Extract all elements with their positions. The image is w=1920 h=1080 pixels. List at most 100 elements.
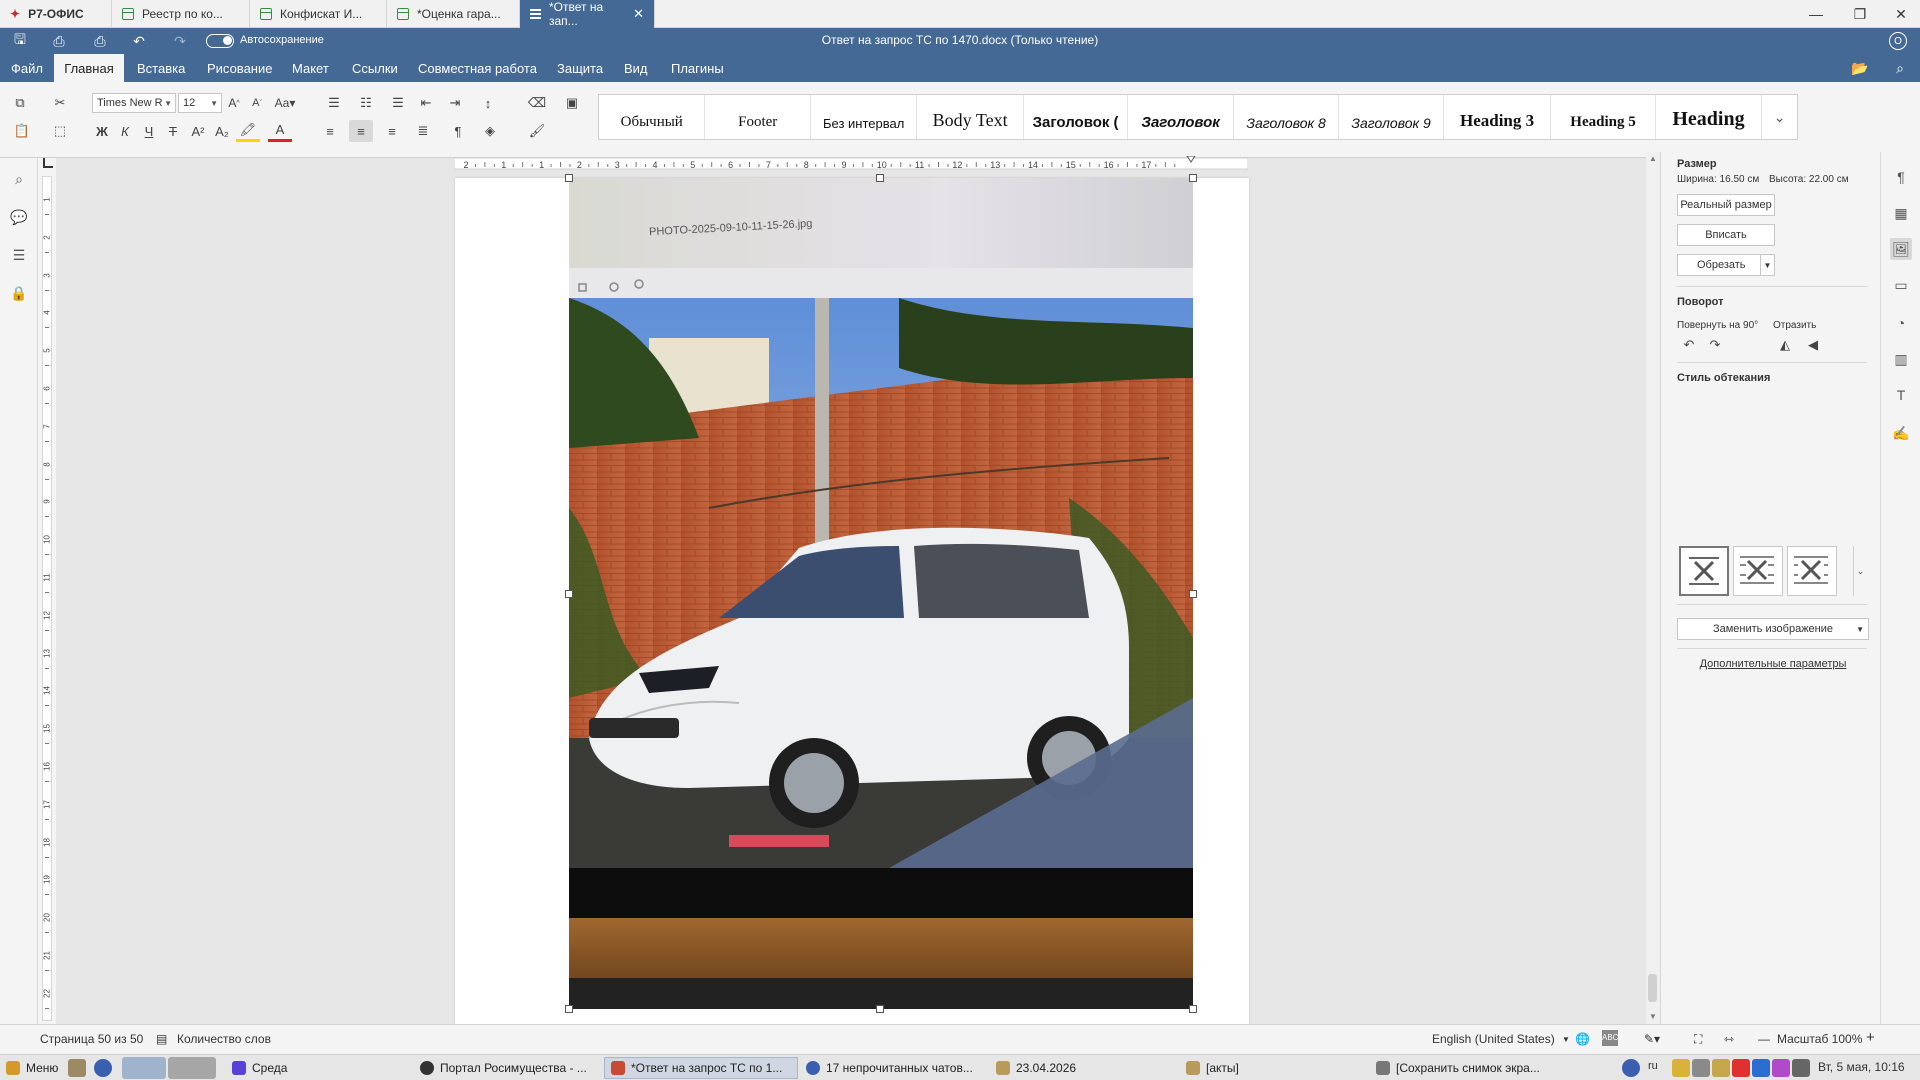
chart-settings-icon[interactable]: ▥: [1890, 348, 1912, 370]
bullet-list-icon[interactable]: ☰: [322, 92, 346, 114]
resize-handle[interactable]: [876, 1005, 884, 1013]
minimize-icon[interactable]: —: [1794, 0, 1838, 28]
spellcheck-icon[interactable]: ABC: [1602, 1030, 1618, 1046]
word-count-button[interactable]: Количество слов: [177, 1032, 271, 1046]
style-footer[interactable]: Footer: [705, 95, 811, 139]
crop-button[interactable]: Обрезать ▼: [1677, 254, 1775, 276]
workspace-1[interactable]: [122, 1057, 166, 1079]
decrease-font-icon[interactable]: Aˇ: [245, 92, 269, 114]
cut-icon[interactable]: ✂: [48, 92, 72, 114]
color-scheme-icon[interactable]: ▣: [560, 92, 584, 114]
comments-icon[interactable]: 💬: [8, 206, 30, 228]
zoom-out-icon[interactable]: —: [1758, 1032, 1770, 1046]
tab-response-doc[interactable]: *Ответ на зап... ✕: [520, 0, 655, 28]
style-heading-9[interactable]: Заголовок 9: [1339, 95, 1444, 139]
close-window-icon[interactable]: ✕: [1882, 0, 1920, 28]
select-all-icon[interactable]: ⬚: [48, 120, 72, 142]
paragraph-marks-icon[interactable]: ¶: [446, 120, 470, 142]
menu-view[interactable]: Вид: [613, 54, 659, 82]
user-avatar[interactable]: О: [1889, 32, 1907, 50]
numbered-list-icon[interactable]: ☷: [354, 92, 378, 114]
font-size-select[interactable]: 12 ▼: [178, 93, 222, 113]
menu-collaboration[interactable]: Совместная работа: [407, 54, 548, 82]
resize-handle[interactable]: [876, 174, 884, 182]
inserted-photo[interactable]: PHOTO-2025-09-10-11-15-26.jpg: [569, 178, 1193, 1009]
taskbar-item-screenshot[interactable]: [Сохранить снимок экра...: [1370, 1057, 1546, 1079]
fit-button[interactable]: Вписать: [1677, 224, 1775, 246]
start-menu-button[interactable]: Меню: [0, 1057, 64, 1079]
increase-font-icon[interactable]: A ^: [222, 92, 246, 114]
italic-button[interactable]: К: [113, 120, 137, 142]
menu-home[interactable]: Главная: [54, 54, 124, 82]
paragraph-settings-icon[interactable]: ¶: [1890, 166, 1912, 188]
table-settings-icon[interactable]: ▦: [1890, 202, 1912, 224]
highlight-icon[interactable]: 🖍: [236, 120, 260, 142]
restore-icon[interactable]: ❐: [1838, 0, 1882, 28]
rotate-right-icon[interactable]: ↷: [1703, 334, 1727, 356]
track-changes-icon[interactable]: ✎▾: [1644, 1032, 1660, 1046]
copy-icon[interactable]: ⧉: [8, 92, 32, 114]
workspace-2[interactable]: [168, 1057, 216, 1079]
keyboard-layout[interactable]: ru: [1648, 1060, 1658, 1072]
menu-references[interactable]: Ссылки: [341, 54, 409, 82]
signature-settings-icon[interactable]: ✍: [1890, 422, 1912, 444]
advanced-settings-link[interactable]: Дополнительные параметры: [1677, 658, 1869, 670]
vertical-scrollbar[interactable]: ▲ ▼: [1646, 152, 1660, 1026]
app-brand-tab[interactable]: ✦ Р7-ОФИС: [0, 0, 112, 28]
scroll-down-icon[interactable]: ▼: [1649, 1012, 1657, 1021]
wrap-square-option[interactable]: [1733, 546, 1783, 596]
subscript-icon[interactable]: A₂: [210, 120, 234, 142]
taskbar-item-sreda[interactable]: Среда: [226, 1057, 293, 1079]
hp-icon[interactable]: [1752, 1059, 1770, 1077]
taskbar-item-document[interactable]: *Ответ на запрос ТС по 1...: [604, 1057, 798, 1079]
zoom-level[interactable]: Масштаб 100%: [1777, 1032, 1862, 1046]
resize-handle[interactable]: [1189, 174, 1197, 182]
style-heading-5[interactable]: Heading 5: [1551, 95, 1656, 139]
style-heading-8[interactable]: Заголовок 8: [1234, 95, 1340, 139]
system-clock[interactable]: Вт, 5 мая, 10:16: [1818, 1060, 1905, 1074]
page-counter[interactable]: Страница 50 из 50: [40, 1032, 143, 1046]
menu-draw[interactable]: Рисование: [196, 54, 283, 82]
globe-icon[interactable]: 🌐: [1575, 1032, 1590, 1046]
clipboard-icon[interactable]: [1712, 1059, 1730, 1077]
menu-protect[interactable]: Защита: [546, 54, 614, 82]
increase-indent-icon[interactable]: ⇥: [443, 92, 467, 114]
underline-button[interactable]: Ч: [137, 120, 161, 142]
taskbar-item-chats[interactable]: 17 непрочитанных чатов...: [800, 1057, 979, 1079]
strikethrough-button[interactable]: Т: [161, 120, 185, 142]
align-center-icon[interactable]: ≡: [349, 120, 373, 142]
resize-handle[interactable]: [565, 1005, 573, 1013]
close-tab-icon[interactable]: ✕: [633, 6, 644, 22]
menu-plugins[interactable]: Плагины: [660, 54, 735, 82]
tray-icon-2[interactable]: [1732, 1059, 1750, 1077]
style-body-text[interactable]: Body Text: [917, 95, 1024, 139]
shape-settings-icon[interactable]: ◔: [1890, 312, 1912, 334]
tab-garage-estimate[interactable]: *Оценка гара...: [387, 0, 520, 28]
scroll-up-icon[interactable]: ▲: [1649, 154, 1657, 163]
file-manager-icon[interactable]: [68, 1059, 86, 1077]
replace-image-button[interactable]: Заменить изображение ▼: [1677, 618, 1869, 640]
lock-icon[interactable]: 🔒: [8, 282, 30, 304]
align-right-icon[interactable]: ≡: [380, 120, 404, 142]
style-heading-3[interactable]: Heading 3: [1444, 95, 1552, 139]
menu-insert[interactable]: Вставка: [126, 54, 196, 82]
messenger-icon[interactable]: [1772, 1059, 1790, 1077]
paste-icon[interactable]: 📋: [10, 120, 34, 142]
flip-vertical-icon[interactable]: ◀: [1801, 334, 1825, 356]
style-heading-2[interactable]: Заголовок: [1128, 95, 1234, 139]
style-no-spacing[interactable]: Без интервал: [811, 95, 918, 139]
font-name-select[interactable]: Times New R ▼: [92, 93, 176, 113]
menu-file[interactable]: Файл: [0, 54, 54, 82]
style-normal[interactable]: Обычный: [599, 95, 706, 139]
taskbar-item-acts[interactable]: [акты]: [1180, 1057, 1245, 1079]
chevron-down-icon[interactable]: ▼: [1760, 255, 1774, 275]
header-footer-icon[interactable]: ▭: [1890, 274, 1912, 296]
navigation-icon[interactable]: ☰: [8, 244, 30, 266]
image-settings-icon[interactable]: 🖼: [1890, 238, 1912, 260]
scroll-thumb[interactable]: [1648, 974, 1657, 1002]
volume-icon[interactable]: [1692, 1059, 1710, 1077]
shading-icon[interactable]: ◈: [478, 120, 502, 142]
taskbar-item-portal[interactable]: Портал Росимущества - ...: [414, 1057, 593, 1079]
wrap-more-icon[interactable]: ⌄: [1853, 546, 1867, 596]
resize-handle[interactable]: [1189, 590, 1197, 598]
